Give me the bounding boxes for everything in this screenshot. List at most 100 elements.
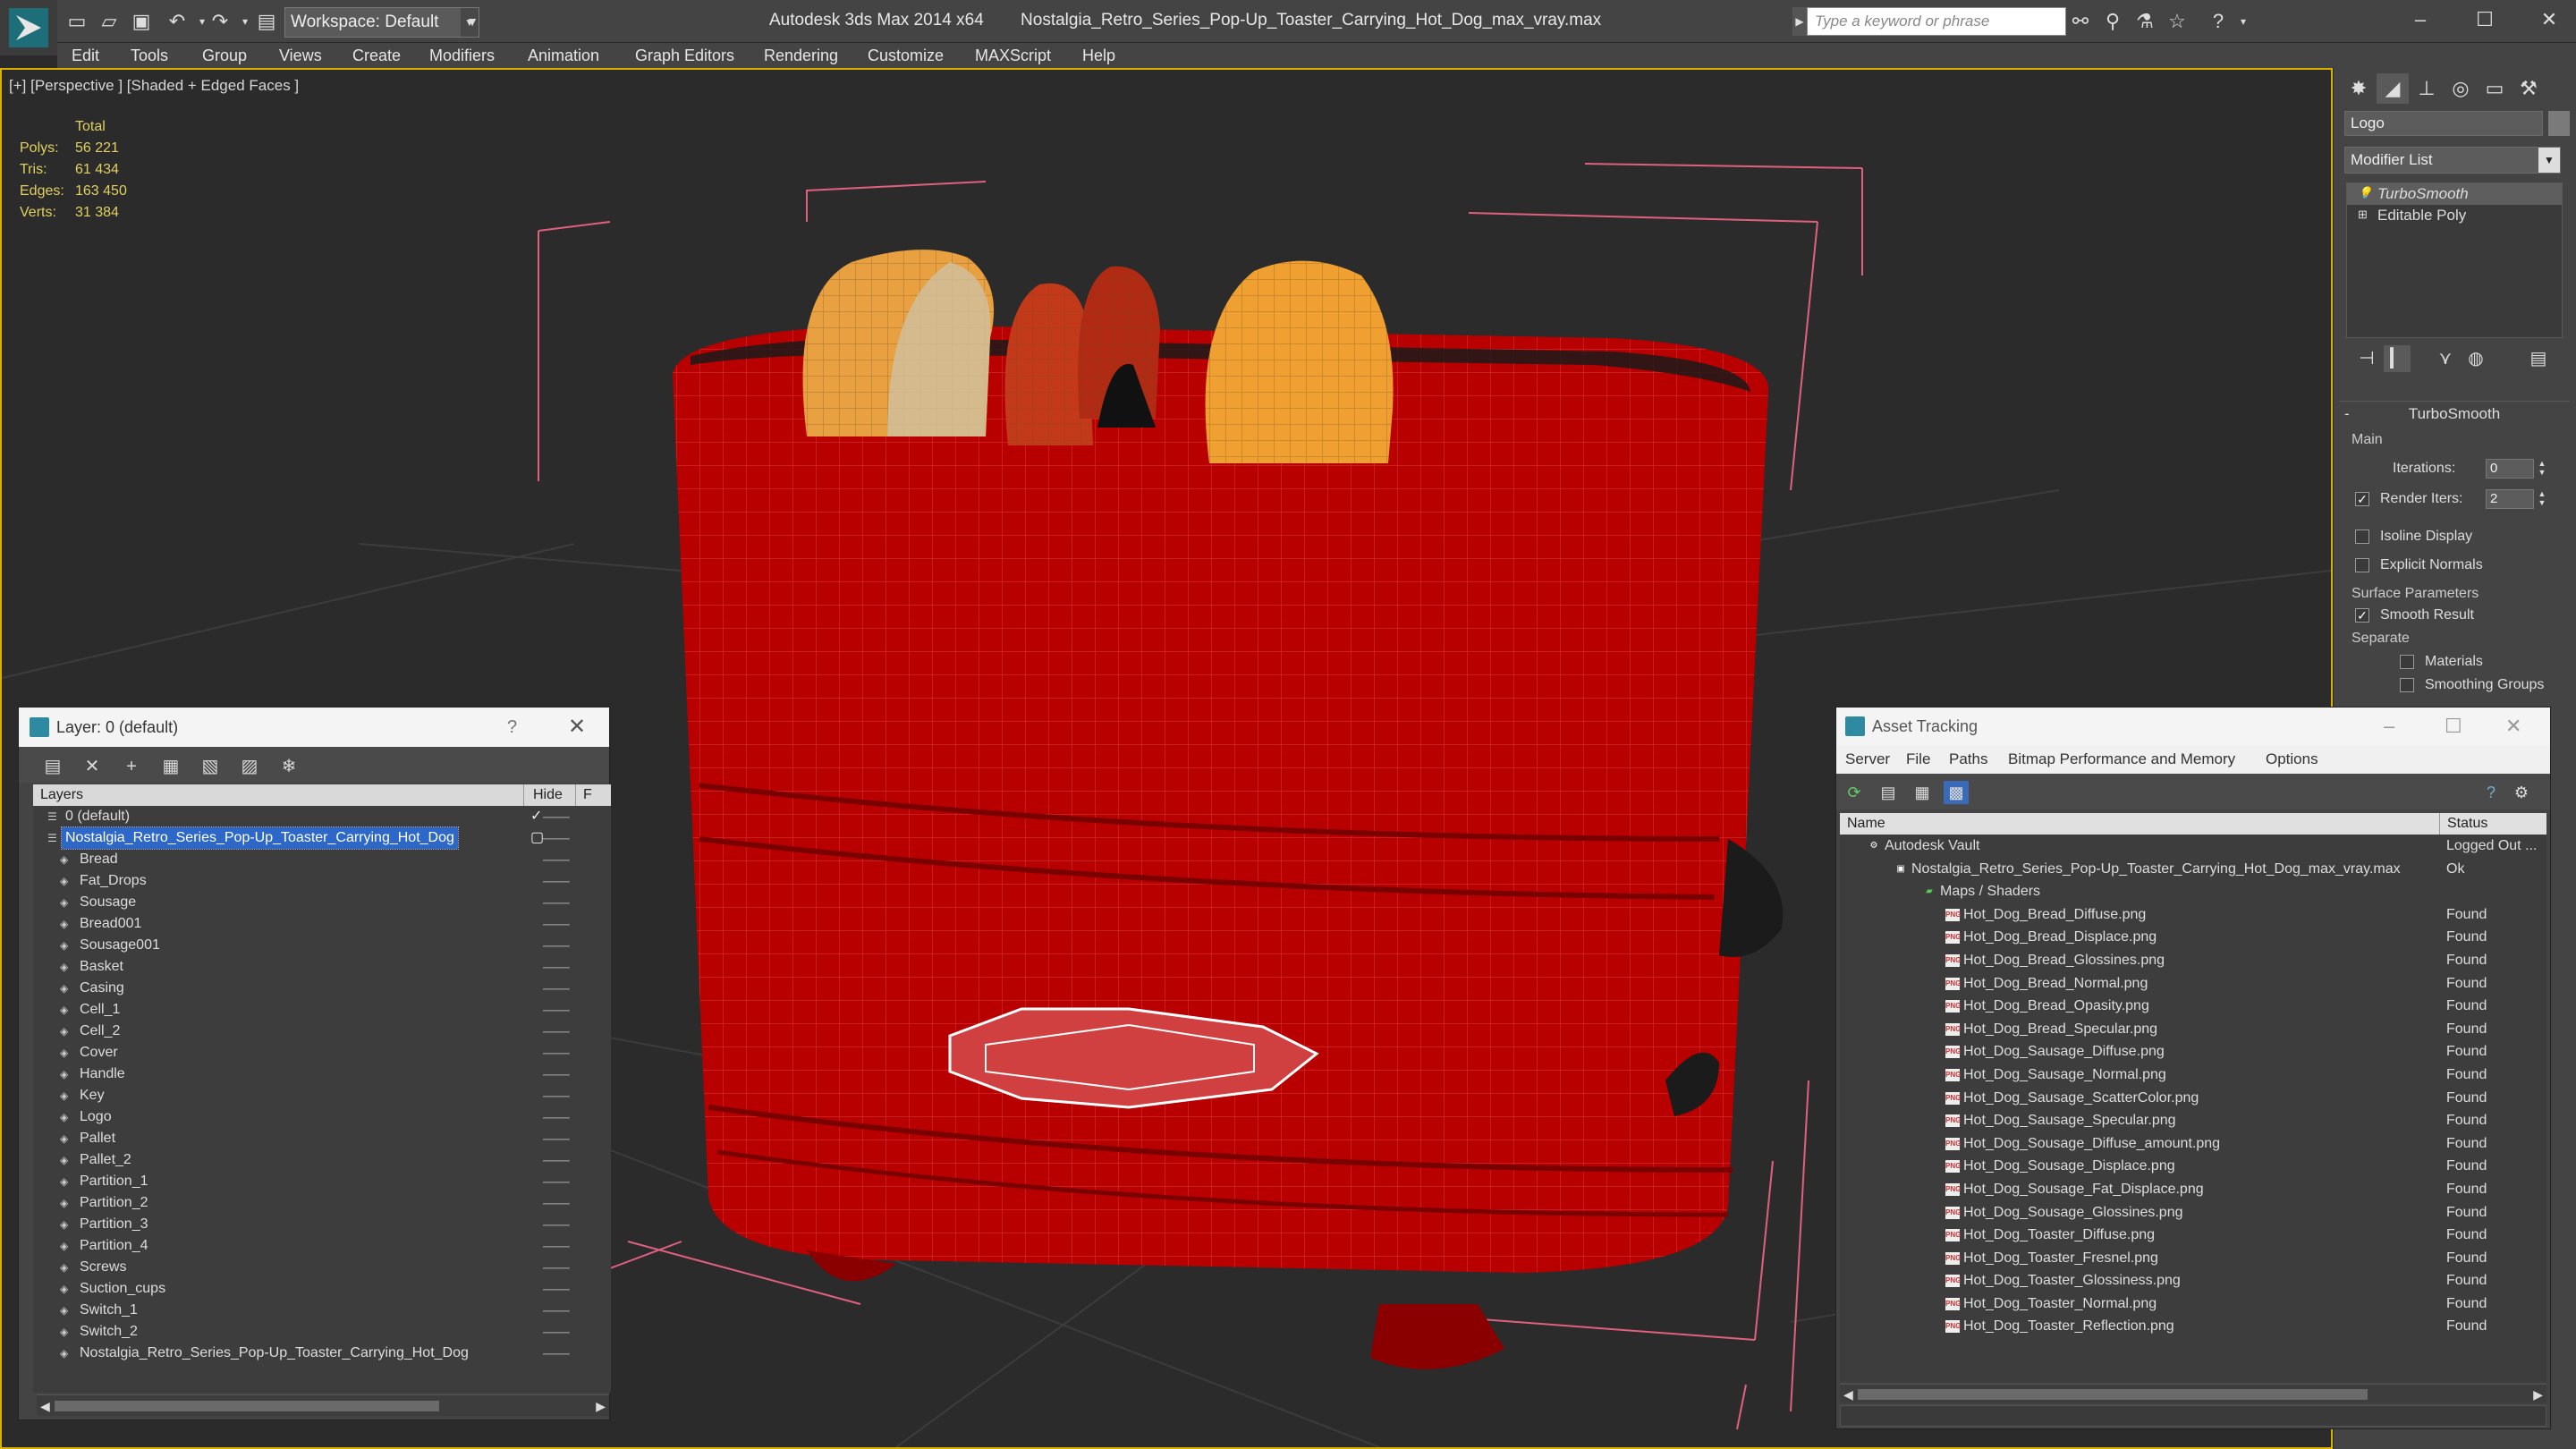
workspace-dropdown[interactable]: Workspace: Default ▼ bbox=[284, 7, 479, 38]
hide-toggle[interactable]: ─── bbox=[543, 849, 570, 870]
hide-all-icon[interactable]: ▨ bbox=[237, 754, 262, 779]
hide-toggle[interactable]: ─── bbox=[543, 935, 570, 956]
layer-row[interactable]: ☰ Nostalgia_Retro_Series_Pop-Up_Toaster_C… bbox=[33, 826, 611, 850]
add-selected-icon[interactable]: + bbox=[119, 754, 144, 779]
configure-sets-icon[interactable]: ▤ bbox=[2525, 345, 2552, 372]
scroll-right-icon[interactable]: ▶ bbox=[596, 1395, 606, 1417]
modifier-list-dropdown[interactable]: Modifier List ▼ bbox=[2344, 147, 2561, 174]
hide-toggle[interactable]: ─── bbox=[543, 999, 570, 1021]
hide-toggle[interactable]: ─── bbox=[543, 1321, 570, 1343]
layer-object-row[interactable]: ◈ Sousage001 ─── bbox=[33, 935, 611, 956]
layer-object-row[interactable]: ◈ Screws ─── bbox=[33, 1257, 611, 1278]
settings-icon[interactable]: ⚙ bbox=[2509, 781, 2534, 804]
menu-animation[interactable]: Animation bbox=[528, 43, 599, 68]
spinner-arrows-icon[interactable]: ▲ ▼ bbox=[2536, 489, 2548, 509]
asset-row[interactable]: PNG Hot_Dog_Bread_Opasity.png Found bbox=[1840, 995, 2546, 1018]
communication-icon[interactable]: ⚗ bbox=[2132, 9, 2157, 34]
layer-object-row[interactable]: ◈ Fat_Drops ─── bbox=[33, 870, 611, 892]
hide-toggle[interactable]: ─── bbox=[543, 1278, 570, 1300]
help-icon[interactable]: ? bbox=[507, 708, 517, 747]
maximize-icon[interactable]: ☐ bbox=[2467, 4, 2503, 36]
select-objects-icon[interactable]: ▦ bbox=[158, 754, 183, 779]
hide-toggle[interactable]: ─── bbox=[543, 1300, 570, 1321]
spinner-arrows-icon[interactable]: ▲ ▼ bbox=[2536, 459, 2548, 479]
layer-object-row[interactable]: ◈ Basket ─── bbox=[33, 956, 611, 978]
menu-customize[interactable]: Customize bbox=[868, 43, 944, 68]
hide-toggle[interactable]: ─── bbox=[543, 1021, 570, 1042]
asset-menu-file[interactable]: File bbox=[1906, 745, 1930, 774]
layer-object-row[interactable]: ◈ Cell_2 ─── bbox=[33, 1021, 611, 1042]
asset-row[interactable]: ⚙ Autodesk Vault Logged Out ... bbox=[1840, 835, 2546, 858]
asset-row[interactable]: PNG Hot_Dog_Sousage_Glossines.png Found bbox=[1840, 1201, 2546, 1224]
create-tab-icon[interactable]: ✸ bbox=[2343, 73, 2375, 104]
new-file-icon[interactable]: ▭ bbox=[64, 9, 89, 34]
asset-row[interactable]: PNG Hot_Dog_Toaster_Fresnel.png Found bbox=[1840, 1247, 2546, 1270]
create-layer-icon[interactable]: ▤ bbox=[40, 754, 65, 779]
layer-object-row[interactable]: ◈ Switch_1 ─── bbox=[33, 1300, 611, 1321]
layer-object-row[interactable]: ◈ Cell_1 ─── bbox=[33, 999, 611, 1021]
object-color-swatch[interactable] bbox=[2548, 111, 2570, 136]
asset-menu-options[interactable]: Options bbox=[2266, 745, 2318, 774]
layer-object-row[interactable]: ◈ Handle ─── bbox=[33, 1063, 611, 1085]
hide-toggle[interactable]: ─── bbox=[543, 1192, 570, 1214]
menu-graph-editors[interactable]: Graph Editors bbox=[635, 43, 734, 68]
object-name-field[interactable]: Logo bbox=[2344, 111, 2543, 136]
lightbulb-icon[interactable]: 💡 bbox=[2358, 187, 2372, 199]
show-end-result-icon[interactable]: ▎ bbox=[2384, 345, 2411, 372]
close-icon[interactable]: ✕ bbox=[2505, 708, 2521, 745]
hide-toggle[interactable]: ─── bbox=[543, 1235, 570, 1257]
layers-column-header[interactable]: Layers bbox=[40, 787, 83, 802]
layer-object-row[interactable]: ◈ Nostalgia_Retro_Series_Pop-Up_Toaster_C… bbox=[33, 1343, 611, 1364]
close-icon[interactable]: ✕ bbox=[2531, 4, 2567, 36]
smooth-result-checkbox[interactable]: ✓ bbox=[2355, 608, 2369, 623]
hide-toggle[interactable]: ─── bbox=[543, 1257, 570, 1278]
hide-toggle[interactable]: ─── bbox=[543, 1149, 570, 1171]
layer-object-row[interactable]: ◈ Partition_1 ─── bbox=[33, 1171, 611, 1192]
materials-row[interactable]: Materials bbox=[2400, 654, 2483, 670]
menu-maxscript[interactable]: MAXScript bbox=[975, 43, 1051, 68]
close-icon[interactable]: ✕ bbox=[568, 708, 586, 747]
grid-view-icon[interactable]: ▩ bbox=[1944, 781, 1969, 804]
asset-row[interactable]: PNG Hot_Dog_Sausage_Diffuse.png Found bbox=[1840, 1040, 2546, 1063]
hide-toggle[interactable]: ─── bbox=[543, 1106, 570, 1128]
modify-tab-icon[interactable]: ◢ bbox=[2377, 73, 2409, 104]
app-menu-button[interactable] bbox=[0, 0, 57, 55]
minimize-icon[interactable]: – bbox=[2384, 708, 2394, 745]
layer-object-row[interactable]: ◈ Sousage ─── bbox=[33, 892, 611, 913]
hide-toggle[interactable]: ─── bbox=[543, 1085, 570, 1106]
asset-row[interactable]: PNG Hot_Dog_Bread_Diffuse.png Found bbox=[1840, 903, 2546, 927]
asset-row[interactable]: PNG Hot_Dog_Toaster_Reflection.png Found bbox=[1840, 1315, 2546, 1338]
collapse-icon[interactable]: - bbox=[2344, 402, 2350, 427]
hide-toggle[interactable]: ─── bbox=[543, 1343, 570, 1364]
remove-modifier-icon[interactable]: ◍ bbox=[2462, 345, 2489, 372]
hide-toggle[interactable]: ─── bbox=[543, 870, 570, 892]
stack-item-turbosmooth[interactable]: 💡 TurboSmooth bbox=[2347, 183, 2562, 205]
hide-column-header[interactable]: Hide bbox=[523, 784, 563, 806]
layer-object-row[interactable]: ◈ Switch_2 ─── bbox=[33, 1321, 611, 1343]
make-unique-icon[interactable]: ⋎ bbox=[2432, 345, 2459, 372]
isoline-checkbox[interactable] bbox=[2355, 530, 2369, 544]
asset-row[interactable]: PNG Hot_Dog_Sousage_Displace.png Found bbox=[1840, 1155, 2546, 1178]
motion-tab-icon[interactable]: ◎ bbox=[2445, 73, 2477, 104]
hide-toggle[interactable]: ─── bbox=[543, 806, 570, 827]
current-layer-check-icon[interactable]: ✓ bbox=[530, 806, 542, 827]
pin-stack-icon[interactable]: ⊣ bbox=[2353, 345, 2380, 372]
layer-object-row[interactable]: ◈ Logo ─── bbox=[33, 1106, 611, 1128]
asset-row[interactable]: PNG Hot_Dog_Sousage_Diffuse_amount.png Fou… bbox=[1840, 1132, 2546, 1156]
save-file-icon[interactable]: ▣ bbox=[129, 9, 154, 34]
materials-checkbox[interactable] bbox=[2400, 655, 2414, 669]
horizontal-scrollbar[interactable]: ◀ ▶ bbox=[37, 1394, 609, 1416]
hide-toggle[interactable]: ─── bbox=[543, 892, 570, 913]
rollout-title[interactable]: TurboSmooth bbox=[2339, 402, 2570, 427]
isoline-display-row[interactable]: Isoline Display bbox=[2355, 529, 2472, 545]
smoothing-groups-checkbox[interactable] bbox=[2400, 678, 2414, 692]
layer-dialog-titlebar[interactable]: Layer: 0 (default) ? ✕ bbox=[19, 708, 609, 747]
menu-rendering[interactable]: Rendering bbox=[764, 43, 838, 68]
hide-toggle[interactable]: ─── bbox=[543, 913, 570, 935]
menu-create[interactable]: Create bbox=[352, 43, 401, 68]
asset-row[interactable]: PNG Hot_Dog_Sausage_Normal.png Found bbox=[1840, 1063, 2546, 1087]
asset-menu-bitmap[interactable]: Bitmap Performance and Memory bbox=[2008, 745, 2235, 774]
binoculars-icon[interactable]: ⚯ bbox=[2068, 9, 2093, 34]
scroll-left-icon[interactable]: ◀ bbox=[40, 1395, 50, 1417]
asset-row[interactable]: ▰ Maps / Shaders bbox=[1840, 880, 2546, 903]
